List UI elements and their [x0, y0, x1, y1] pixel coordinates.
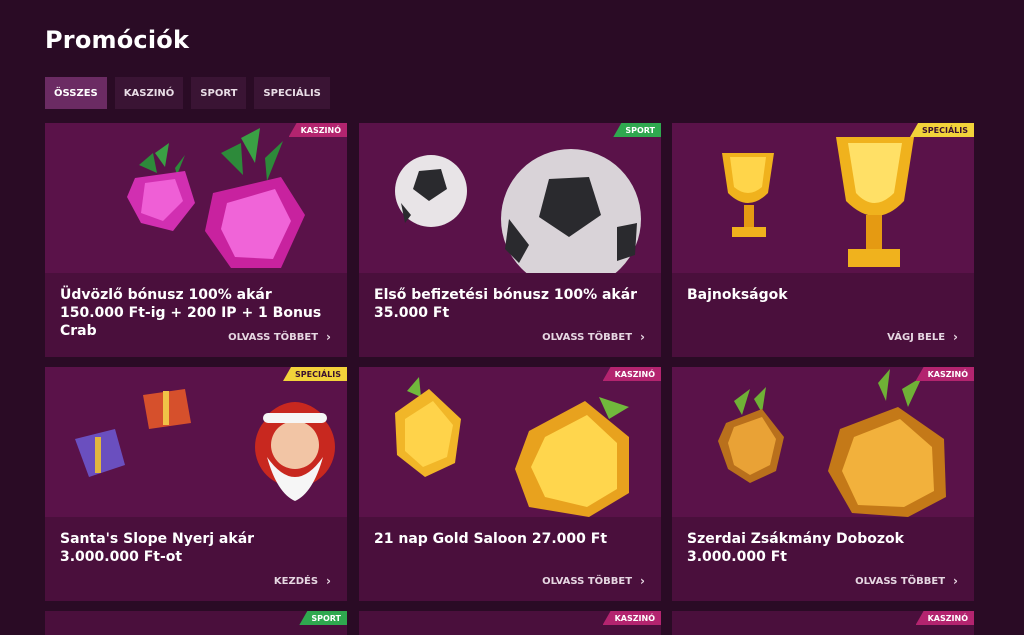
raspberry-icon: [45, 123, 347, 273]
promo-title: Első befizetési bónusz 100% akár 35.000 …: [374, 287, 638, 321]
category-badge: KASZINÓ: [288, 123, 347, 137]
tab-osszes[interactable]: ÖSSZES: [45, 77, 107, 109]
chevron-right-icon: ›: [326, 574, 331, 588]
category-badge: SPECIÁLIS: [283, 367, 347, 381]
tab-kaszino[interactable]: KASZINÓ: [114, 77, 184, 109]
page-title: Promóciók: [45, 26, 190, 54]
santa-icon: [45, 367, 347, 517]
chevron-right-icon: ›: [326, 330, 331, 344]
start-label: KEZDÉS: [273, 575, 319, 587]
filter-tabs: ÖSSZES KASZINÓ SPORT SPECIÁLIS: [45, 77, 330, 109]
category-badge: KASZINÓ: [915, 367, 974, 381]
category-badge: SPECIÁLIS: [910, 123, 974, 137]
read-more-label: OLVASS TÖBBET: [855, 575, 946, 587]
category-badge: KASZINÓ: [602, 611, 661, 625]
chevron-right-icon: ›: [953, 330, 958, 344]
start-link[interactable]: KEZDÉS ›: [274, 574, 331, 588]
promo-card[interactable]: KASZINÓ Üdvözlő bónusz 100% akár 150.000…: [45, 123, 347, 357]
read-more-label: VÁGJ BELE: [887, 331, 946, 343]
football-icon: [359, 123, 661, 273]
promo-card[interactable]: SPORT: [45, 611, 347, 635]
promo-title: Szerdai Zsákmány Dobozok 3.000.000 Ft: [687, 531, 904, 565]
category-badge: KASZINÓ: [915, 611, 974, 625]
promo-card[interactable]: KASZINÓ: [359, 611, 661, 635]
pineapple-icon: [672, 367, 974, 517]
promo-card[interactable]: SPORT Első befizetési bónusz 100% akár 3…: [359, 123, 661, 357]
read-more-link[interactable]: OLVASS TÖBBET ›: [542, 330, 645, 344]
chevron-right-icon: ›: [640, 574, 645, 588]
read-more-link[interactable]: VÁGJ BELE ›: [887, 330, 958, 344]
read-more-link[interactable]: OLVASS TÖBBET ›: [228, 330, 331, 344]
category-badge: SPORT: [299, 611, 347, 625]
promo-title: 21 nap Gold Saloon 27.000 Ft: [374, 531, 608, 547]
read-more-label: OLVASS TÖBBET: [542, 575, 633, 587]
tab-sport[interactable]: SPORT: [191, 77, 247, 109]
promo-card[interactable]: KASZINÓ 21 nap Gold Saloon 27.000 Ft OLV…: [359, 367, 661, 601]
read-more-link[interactable]: OLVASS TÖBBET ›: [542, 574, 645, 588]
read-more-link[interactable]: OLVASS TÖBBET ›: [855, 574, 958, 588]
chevron-right-icon: ›: [953, 574, 958, 588]
promo-title: Bajnokságok: [687, 287, 788, 303]
promo-card[interactable]: SPECIÁLIS Santa's Slope Nyerj akár 3.000…: [45, 367, 347, 601]
promo-card[interactable]: SPECIÁLIS Bajnokságok VÁGJ BELE ›: [672, 123, 974, 357]
lemon-icon: [359, 367, 661, 517]
promo-card[interactable]: KASZINÓ Szerdai Zsákmány Dobozok 3.000.0…: [672, 367, 974, 601]
tab-specialis[interactable]: SPECIÁLIS: [254, 77, 330, 109]
read-more-label: OLVASS TÖBBET: [542, 331, 633, 343]
category-badge: KASZINÓ: [602, 367, 661, 381]
promo-title: Santa's Slope Nyerj akár 3.000.000 Ft-ot: [60, 531, 255, 565]
trophy-icon: [672, 123, 974, 273]
promo-card[interactable]: KASZINÓ: [672, 611, 974, 635]
category-badge: SPORT: [613, 123, 661, 137]
chevron-right-icon: ›: [640, 330, 645, 344]
read-more-label: OLVASS TÖBBET: [228, 331, 319, 343]
